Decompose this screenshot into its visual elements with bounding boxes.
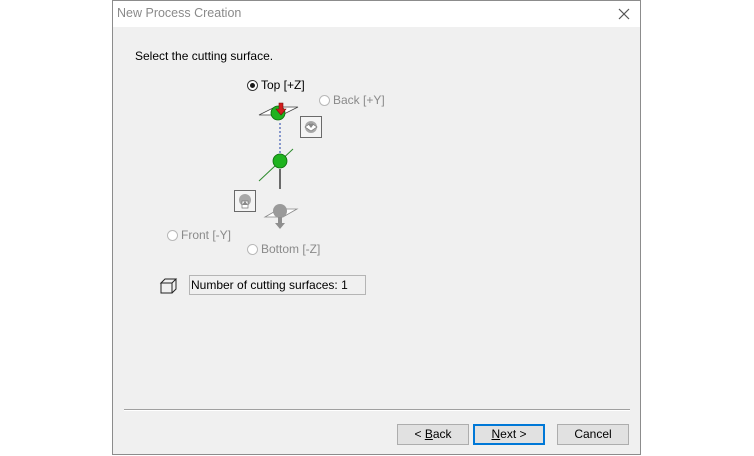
back-button-prefix: < (414, 427, 425, 441)
new-process-creation-dialog: New Process Creation Select the cutting … (112, 0, 641, 455)
cancel-button[interactable]: Cancel (557, 424, 629, 445)
cancel-button-label: Cancel (574, 427, 612, 441)
radio-front[interactable]: Front [-Y] (167, 227, 231, 243)
workpiece-sphere-icon (272, 153, 288, 169)
radio-bottom-label: Bottom [-Z] (261, 242, 321, 256)
back-surface-icon (300, 116, 322, 138)
radio-top-label: Top [+Z] (261, 78, 305, 92)
next-button-mnemonic: N (491, 427, 501, 441)
radio-back-label: Back [+Y] (333, 93, 385, 107)
next-button-rest: ext > (500, 427, 527, 441)
radio-front-indicator[interactable] (167, 229, 178, 241)
separator (124, 409, 630, 411)
radio-bottom[interactable]: Bottom [-Z] (247, 241, 320, 257)
dialog-title: New Process Creation (117, 6, 242, 20)
title-bar: New Process Creation (113, 1, 640, 27)
box-icon (159, 278, 178, 294)
cutting-surface-count: Number of cutting surfaces: 1 (189, 275, 366, 295)
next-button[interactable]: Next > (473, 424, 545, 445)
back-button[interactable]: < Back (397, 424, 469, 445)
back-button-mnemonic: B (424, 427, 433, 441)
radio-top[interactable]: Top [+Z] (247, 77, 305, 93)
back-button-rest: ack (432, 427, 452, 441)
radio-bottom-indicator[interactable] (247, 243, 258, 255)
close-icon[interactable] (614, 4, 634, 24)
top-surface-marker (258, 102, 299, 121)
instruction-label: Select the cutting surface. (135, 49, 274, 63)
bottom-surface-icon (263, 204, 299, 229)
radio-top-indicator[interactable] (247, 79, 258, 91)
front-surface-icon (234, 190, 256, 212)
